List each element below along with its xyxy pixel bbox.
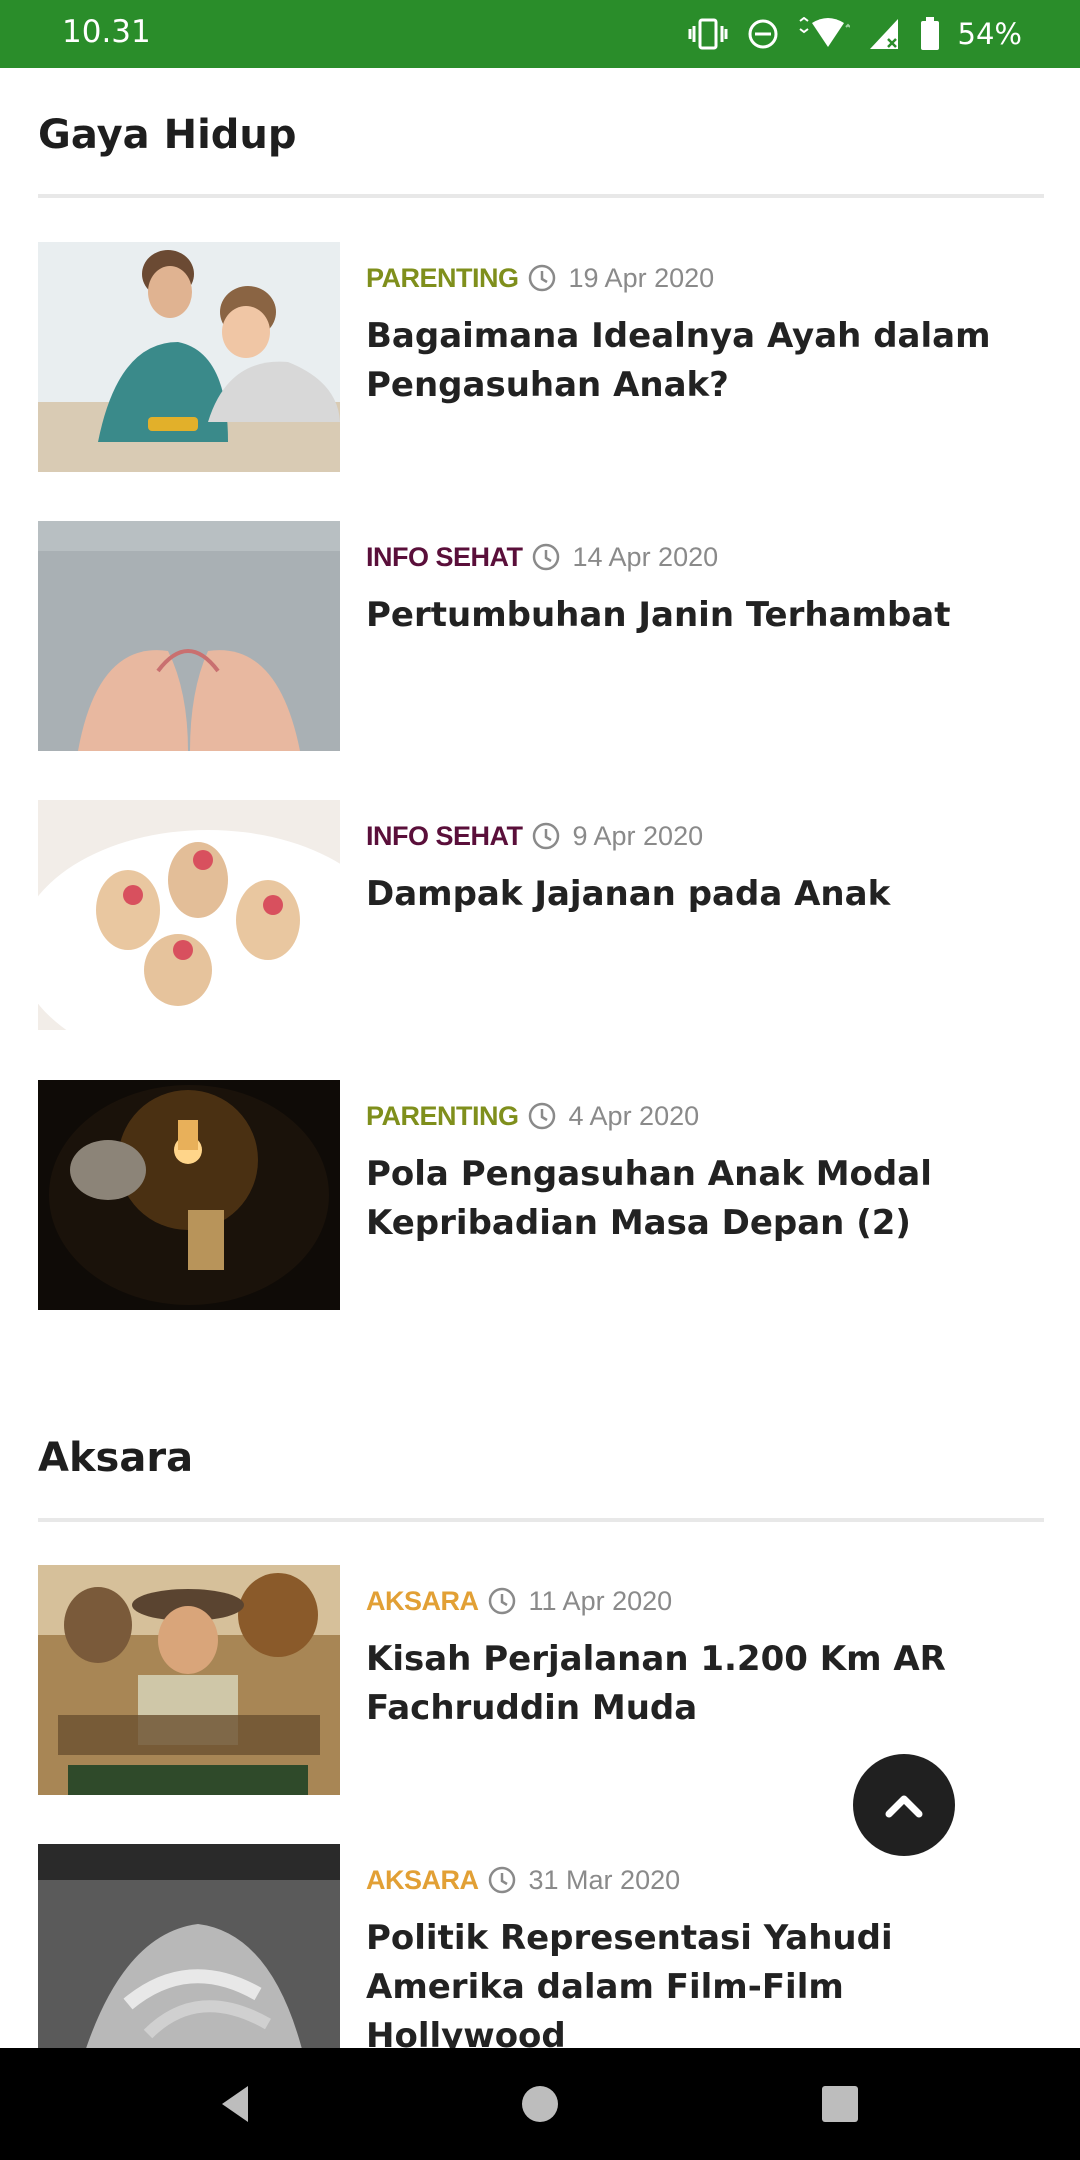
clock-icon — [532, 543, 559, 571]
clock-icon — [528, 264, 555, 292]
article-thumbnail[interactable] — [38, 1565, 340, 1795]
article-date: 9 Apr 2020 — [572, 820, 704, 851]
clock-icon — [488, 1866, 515, 1894]
article-thumbnail[interactable] — [38, 1844, 340, 2048]
article-date: 14 Apr 2020 — [572, 541, 719, 572]
article-category[interactable]: INFO SEHAT — [366, 821, 523, 852]
section-divider — [38, 194, 1044, 198]
signal-icon — [869, 19, 898, 49]
article-title[interactable]: Bagaimana Idealnya Ayah dalam Pengasuhan… — [366, 312, 1026, 410]
article-card[interactable]: INFO SEHAT 9 Apr 2020 Dampak Jajanan pad… — [38, 800, 1044, 1030]
article-card[interactable]: PARENTING 4 Apr 2020 Pola Pengasuhan Ana… — [38, 1080, 1044, 1310]
article-date: 31 Mar 2020 — [528, 1864, 681, 1895]
article-thumbnail[interactable] — [38, 521, 340, 751]
article-meta: INFO SEHAT 14 Apr 2020 — [366, 537, 718, 577]
feed[interactable]: Gaya Hidup PARENTING 19 Apr 2020 Bagaima… — [0, 68, 1080, 2048]
clock-icon — [528, 1102, 555, 1130]
article-thumbnail[interactable] — [38, 242, 340, 472]
section-divider — [38, 1518, 1044, 1522]
status-bar: 10.31 54% — [0, 0, 1080, 68]
article-date: 19 Apr 2020 — [568, 262, 715, 293]
article-category[interactable]: AKSARA — [366, 1865, 479, 1896]
scroll-to-top-button[interactable] — [853, 1754, 955, 1856]
article-meta: INFO SEHAT 9 Apr 2020 — [366, 816, 703, 856]
section-title-gaya-hidup: Gaya Hidup — [38, 112, 297, 158]
article-title[interactable]: Dampak Jajanan pada Anak — [366, 870, 1026, 919]
article-meta: PARENTING 4 Apr 2020 — [366, 1096, 699, 1136]
back-triangle-icon[interactable] — [210, 2078, 262, 2130]
article-meta: PARENTING 19 Apr 2020 — [366, 258, 714, 298]
home-circle-icon[interactable] — [514, 2078, 566, 2130]
article-category[interactable]: PARENTING — [366, 263, 519, 294]
article-card[interactable]: AKSARA 31 Mar 2020 Politik Representasi … — [38, 1844, 1044, 2048]
do-not-disturb-icon — [748, 19, 778, 49]
article-date: 4 Apr 2020 — [568, 1100, 700, 1131]
article-meta: AKSARA 11 Apr 2020 — [366, 1581, 672, 1621]
status-time: 10.31 — [62, 14, 151, 50]
article-title[interactable]: Kisah Perjalanan 1.200 Km AR Fachruddin … — [366, 1635, 1026, 1733]
wifi-icon — [798, 17, 850, 47]
article-meta: AKSARA 31 Mar 2020 — [366, 1860, 680, 1900]
article-card[interactable]: INFO SEHAT 14 Apr 2020 Pertumbuhan Janin… — [38, 521, 1044, 751]
chevron-up-icon — [885, 1795, 923, 1818]
article-category[interactable]: AKSARA — [366, 1586, 479, 1617]
article-category[interactable]: PARENTING — [366, 1101, 519, 1132]
section-title-aksara: Aksara — [38, 1435, 194, 1481]
system-navigation-bar — [0, 2048, 1080, 2160]
article-title[interactable]: Pertumbuhan Janin Terhambat — [366, 591, 1026, 640]
article-date: 11 Apr 2020 — [528, 1585, 673, 1616]
battery-icon — [920, 17, 939, 50]
article-title[interactable]: Politik Representasi Yahudi Amerika dala… — [366, 1914, 1026, 2048]
battery-percent: 54% — [957, 17, 1022, 51]
status-icons: 54% — [688, 14, 1022, 54]
vibrate-icon — [688, 18, 728, 50]
article-thumbnail[interactable] — [38, 800, 340, 1030]
clock-icon — [488, 1587, 515, 1615]
clock-icon — [532, 822, 559, 850]
article-title[interactable]: Pola Pengasuhan Anak Modal Kepribadian M… — [366, 1150, 1026, 1248]
article-card[interactable]: PARENTING 19 Apr 2020 Bagaimana Idealnya… — [38, 242, 1044, 472]
recents-square-icon[interactable] — [814, 2078, 866, 2130]
article-category[interactable]: INFO SEHAT — [366, 542, 523, 573]
article-thumbnail[interactable] — [38, 1080, 340, 1310]
